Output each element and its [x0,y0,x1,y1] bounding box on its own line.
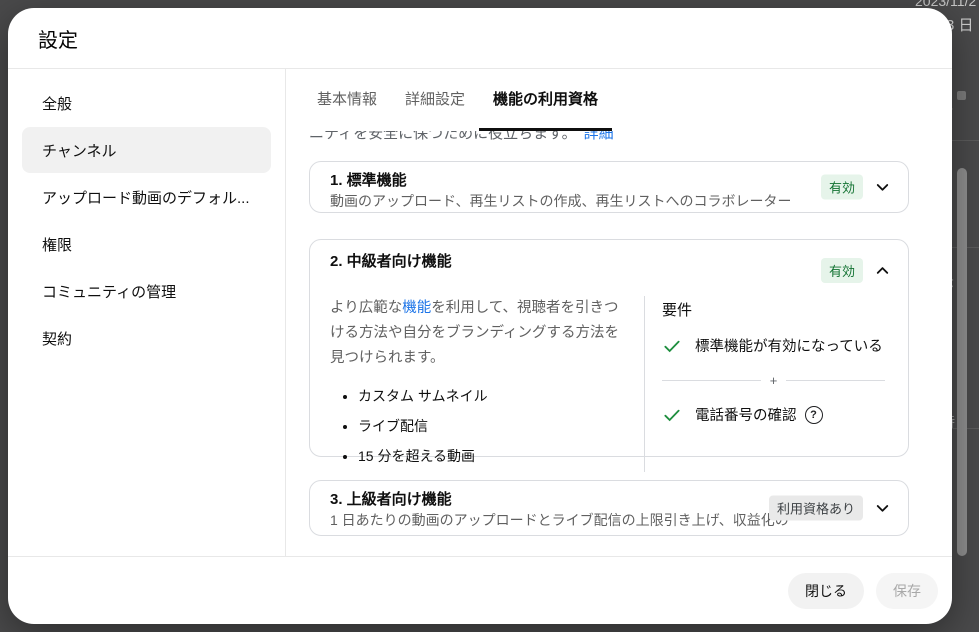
feature-title: 2. 中級者向け機能 [330,252,888,271]
sidebar-item-label: 全般 [42,93,72,114]
background-scrollbar-cap [957,91,966,100]
sidebar-item-label: チャンネル [42,140,117,161]
requirements-column: 要件 標準機能が有効になっている + [645,296,888,476]
status-badge: 有効 [821,258,863,283]
intro-text-clipped: ニティを安全に保つために役立ちます。詳細 [309,131,952,148]
features-link[interactable]: 機能 [402,300,431,316]
tab-basic-info[interactable]: 基本情報 [303,69,391,131]
check-icon [662,405,682,425]
sidebar-item-channel[interactable]: チャンネル [22,127,271,173]
requirement-label: 標準機能が有効になっている [695,335,883,356]
feature-card-intermediate: 2. 中級者向け機能 有効 より広範な機能を利用して、視聴者を引きつける方法や自… [309,239,909,457]
feature-bullet: カスタム サムネイル [358,386,628,406]
dialog-title: 設定 [38,24,78,53]
background-row-divider [948,140,979,141]
feature-eligibility-panel: ニティを安全に保つために役立ちます。詳細 1. 標準機能 動画のアップロード、再… [286,131,952,556]
requirements-heading: 要件 [662,299,888,320]
channel-settings-content: 基本情報 詳細設定 機能の利用資格 ニティを安全に保つために役立ちます。詳細 1… [286,69,952,556]
sidebar-item-community[interactable]: コミュニティの管理 [22,268,271,314]
check-icon [662,336,682,356]
help-icon[interactable]: ? [805,406,823,424]
chevron-down-icon[interactable] [873,499,892,518]
requirements-joiner: + [662,373,885,388]
feature-title: 1. 標準機能 [330,171,790,190]
sidebar-item-agreements[interactable]: 契約 [22,315,271,361]
settings-dialog: 設定 全般 チャンネル アップロード動画のデフォル... 権限 コミュニティの管… [8,8,952,624]
page-scrollbar-thumb [957,168,967,556]
feature-card-advanced[interactable]: 3. 上級者向け機能 1 日あたりの動画のアップロードとライブ配信の上限引き上げ… [309,480,909,536]
tab-advanced-settings[interactable]: 詳細設定 [391,69,479,131]
save-button[interactable]: 保存 [876,573,938,609]
requirement-label: 電話番号の確認 [695,404,797,425]
sidebar-item-label: アップロード動画のデフォル... [42,187,250,208]
feature-description: 動画のアップロード、再生リストの作成、再生リストへのコラボレーターと新し... [330,192,790,210]
requirement-item: 標準機能が有効になっている [662,335,888,356]
sidebar-item-label: コミュニティの管理 [42,281,176,302]
settings-sidebar: 全般 チャンネル アップロード動画のデフォル... 権限 コミュニティの管理 契… [8,69,286,556]
sidebar-item-permissions[interactable]: 権限 [22,221,271,267]
channel-tabs: 基本情報 詳細設定 機能の利用資格 [286,69,952,131]
feature-bullet: 15 分を超える動画 [358,446,628,466]
status-badge: 利用資格あり [769,496,863,521]
close-button[interactable]: 閉じる [788,573,864,609]
requirement-item: 電話番号の確認 ? [662,404,888,425]
learn-more-link[interactable]: 詳細 [584,131,614,142]
status-badge: 有効 [821,175,863,200]
feature-bullet-list: カスタム サムネイル ライブ配信 15 分を超える動画 [330,386,628,466]
screen: 2023/11/2 3 日 新 示 時 設定 全般 チャンネル アップロード動画… [0,0,979,632]
chevron-down-icon[interactable] [873,178,892,197]
sidebar-item-label: 契約 [42,328,72,349]
intro-text: ニティを安全に保つために役立ちます。 [309,131,577,142]
feature-description: 1 日あたりの動画のアップロードとライブ配信の上限引き上げ、収益化の... [330,511,790,529]
sidebar-item-general[interactable]: 全般 [22,80,271,126]
dialog-header: 設定 [8,8,952,69]
chevron-up-icon[interactable] [873,261,892,280]
plus-glyph: + [770,373,778,388]
feature-detail-column: より広範な機能を利用して、視聴者を引きつける方法や自分をブランディングする方法を… [330,296,644,476]
feature-description-prefix: より広範な [330,300,402,316]
tab-feature-eligibility[interactable]: 機能の利用資格 [479,69,612,131]
sidebar-item-upload-defaults[interactable]: アップロード動画のデフォル... [22,174,271,220]
dialog-footer: 閉じる 保存 [8,556,952,624]
feature-bullet: ライブ配信 [358,416,628,436]
feature-title: 3. 上級者向け機能 [330,490,790,509]
feature-card-standard[interactable]: 1. 標準機能 動画のアップロード、再生リストの作成、再生リストへのコラボレータ… [309,161,909,213]
sidebar-item-label: 権限 [42,234,72,255]
